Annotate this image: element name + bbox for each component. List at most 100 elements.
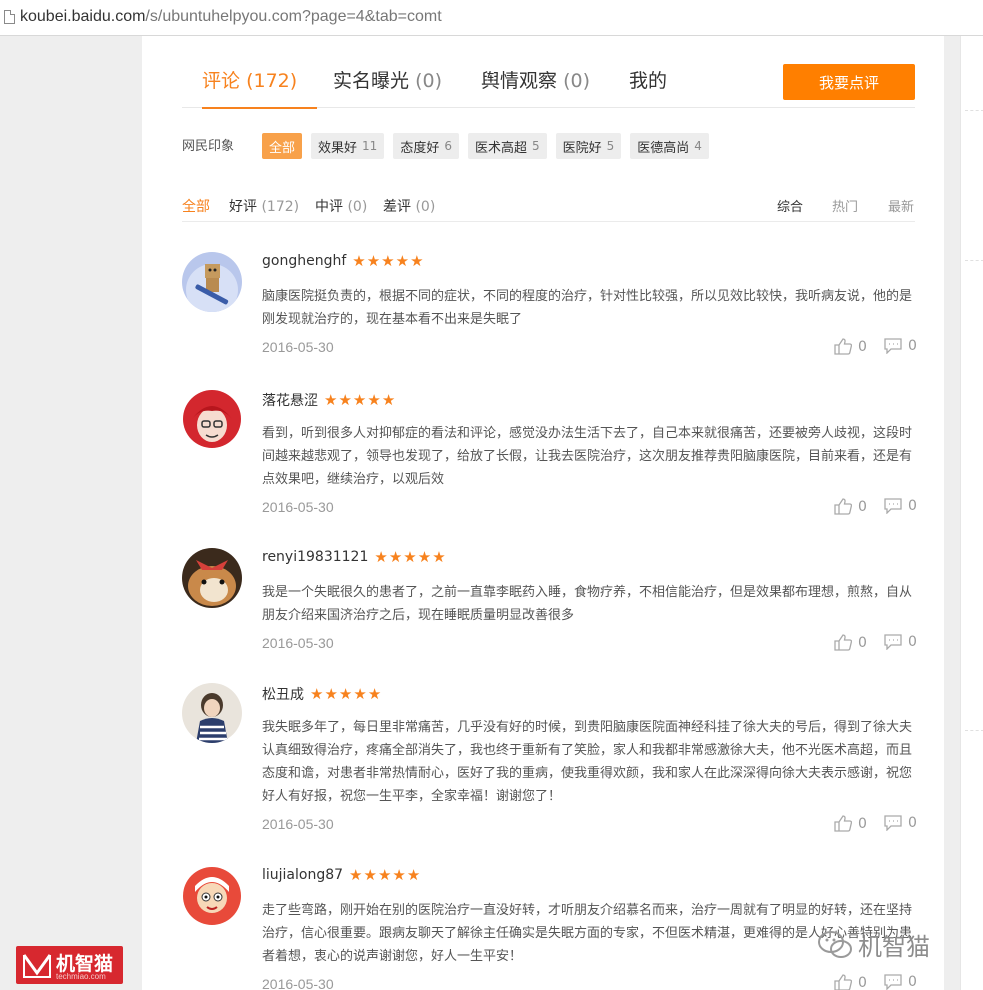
impression-tag-good-hospital[interactable]: 医院好 5: [555, 133, 622, 159]
star-icon: ★: [338, 684, 353, 703]
sort-latest[interactable]: 最新: [888, 196, 914, 215]
tab-real-name-exposure[interactable]: 实名曝光 (0): [333, 66, 442, 107]
review-date: 2016-05-30: [262, 816, 334, 832]
star-icon: ★: [392, 865, 406, 884]
tab-comments[interactable]: 评论 (172): [202, 66, 318, 109]
tab-count: (0): [563, 70, 590, 92]
star-icon: ★: [352, 251, 366, 270]
right-side-panel: [960, 36, 983, 990]
avatar[interactable]: [182, 548, 242, 608]
reviewer-name[interactable]: 落花悬涩: [262, 390, 318, 410]
comment-count: 0: [908, 338, 917, 354]
reviewer-name[interactable]: 松丑成: [262, 684, 304, 704]
like-count: 0: [858, 338, 867, 355]
logo-glyph-icon: [22, 954, 52, 978]
tab-public-opinion[interactable]: 舆情观察 (0): [481, 66, 590, 107]
filter-label: 中评: [315, 199, 343, 215]
tab-mine[interactable]: 我的: [629, 66, 667, 107]
review-date: 2016-05-30: [262, 339, 334, 355]
filter-count: (0): [415, 199, 436, 215]
review-panel: 评论 (172) 实名曝光 (0) 舆情观察 (0) 我的 我要点评 网民印象 …: [142, 36, 944, 990]
avatar[interactable]: [182, 252, 242, 312]
star-icon: ★: [417, 547, 432, 566]
review-item: liujialong87 ★ ★ ★ ★ ★ 走了些弯路，刚开始在别的医院治疗一直没好转…: [182, 865, 917, 990]
url-text[interactable]: koubei.baidu.com/s/ubuntuhelpyou.com?pag…: [20, 8, 442, 26]
filter-positive[interactable]: 好评 (172): [229, 196, 299, 216]
impression-tag-effective[interactable]: 效果好 11: [311, 133, 385, 159]
comment-icon: [884, 338, 902, 354]
like-button[interactable]: 0: [834, 338, 867, 355]
star-icon: ★: [381, 251, 395, 270]
star-icon: ★: [367, 684, 382, 703]
review-date: 2016-05-30: [262, 976, 334, 990]
avatar[interactable]: [182, 866, 242, 926]
filter-neutral[interactable]: 中评 (0): [315, 196, 367, 216]
tag-count: 11: [362, 139, 378, 153]
impression-tag-ethics[interactable]: 医德高尚 4: [630, 133, 709, 159]
comment-button[interactable]: 0: [884, 974, 917, 990]
avatar[interactable]: [182, 683, 242, 743]
divider: [965, 260, 983, 261]
star-icon: ★: [363, 865, 377, 884]
write-review-button[interactable]: 我要点评: [783, 64, 915, 100]
star-icon: ★: [324, 390, 338, 409]
reviewer-name[interactable]: gonghenghf: [262, 253, 346, 269]
sort-overall[interactable]: 综合: [777, 196, 803, 215]
reviewer-name[interactable]: renyi19831121: [262, 549, 368, 565]
avatar[interactable]: [182, 389, 242, 449]
reviewer: 松丑成 ★ ★ ★ ★ ★: [262, 684, 382, 704]
comment-button[interactable]: 0: [884, 498, 917, 514]
sort-popular[interactable]: 热门: [832, 196, 858, 215]
url-host: koubei.baidu.com: [20, 8, 146, 25]
star-icon: ★: [349, 865, 363, 884]
star-icon: ★: [310, 684, 324, 703]
brand-watermark-text: 机智猫: [858, 933, 930, 961]
tab-count: (0): [415, 70, 442, 92]
tag-count: 6: [444, 139, 452, 153]
comment-button[interactable]: 0: [884, 634, 917, 650]
review-text: 我是一个失眠很久的患者了，之前一直靠李眠药入睡，食物疗养，不相信能治疗，但是效果…: [262, 585, 913, 623]
tag-count: 4: [694, 139, 702, 153]
star-icon: ★: [381, 390, 396, 409]
comment-button[interactable]: 0: [884, 338, 917, 354]
like-count: 0: [858, 815, 867, 832]
impression-tags: 全部 效果好 11 态度好 6 医术高超 5 医院好 5 医德高尚 4: [262, 133, 718, 159]
like-button[interactable]: 0: [834, 815, 867, 832]
review-text: 看到，听到很多人对抑郁症的看法和评论，感觉没办法生活下去了，自己本来就很痛苦，还…: [262, 426, 913, 487]
like-button[interactable]: 0: [834, 498, 867, 515]
star-icon: ★: [352, 390, 367, 409]
review-text: 脑康医院挺负责的，根据不同的症状，不同的程度的治疗，针对性比较强，所以见效比较快…: [262, 289, 913, 327]
star-rating: ★ ★ ★ ★ ★: [310, 684, 382, 703]
comment-count: 0: [908, 498, 917, 514]
reviewer-name[interactable]: liujialong87: [262, 867, 343, 883]
star-rating: ★ ★ ★ ★ ★: [374, 547, 446, 566]
impression-tag-all[interactable]: 全部: [262, 133, 303, 159]
star-icon: ★: [353, 684, 367, 703]
review-item: gonghenghf ★ ★ ★ ★ ★ 脑康医院挺负责的，根据不同的症状，不同的程度的…: [182, 252, 917, 362]
star-rating: ★ ★ ★ ★ ★: [352, 251, 424, 270]
address-bar[interactable]: koubei.baidu.com/s/ubuntuhelpyou.com?pag…: [0, 0, 983, 36]
filter-all[interactable]: 全部: [182, 196, 210, 216]
review-item: 松丑成 ★ ★ ★ ★ ★ 我失眠多年了，每日里非常痛苦，几乎没有好的时候，到贵阳脑康医…: [182, 683, 917, 843]
star-icon: ★: [338, 390, 352, 409]
like-button[interactable]: 0: [834, 974, 867, 990]
star-icon: ★: [377, 865, 392, 884]
divider: [965, 730, 983, 731]
tab-label: 评论: [202, 70, 241, 92]
like-count: 0: [858, 974, 867, 990]
filter-negative[interactable]: 差评 (0): [383, 196, 435, 216]
thumbs-up-icon: [834, 815, 852, 832]
comment-button[interactable]: 0: [884, 815, 917, 831]
like-button[interactable]: 0: [834, 634, 867, 651]
impressions-label: 网民印象: [182, 139, 235, 154]
star-icon: ★: [410, 251, 424, 270]
impression-tag-good-attitude[interactable]: 态度好 6: [393, 133, 459, 159]
star-icon: ★: [406, 865, 421, 884]
tag-label: 效果好: [318, 140, 358, 156]
impression-tag-skilled[interactable]: 医术高超 5: [467, 133, 547, 159]
reviewer: gonghenghf ★ ★ ★ ★ ★: [262, 253, 425, 269]
like-count: 0: [858, 634, 867, 651]
techmiao-logo-watermark: 机智猫 techmiao.com: [16, 946, 123, 984]
tag-label: 医德高尚: [637, 140, 690, 156]
reviewer: renyi19831121 ★ ★ ★ ★ ★: [262, 549, 447, 565]
